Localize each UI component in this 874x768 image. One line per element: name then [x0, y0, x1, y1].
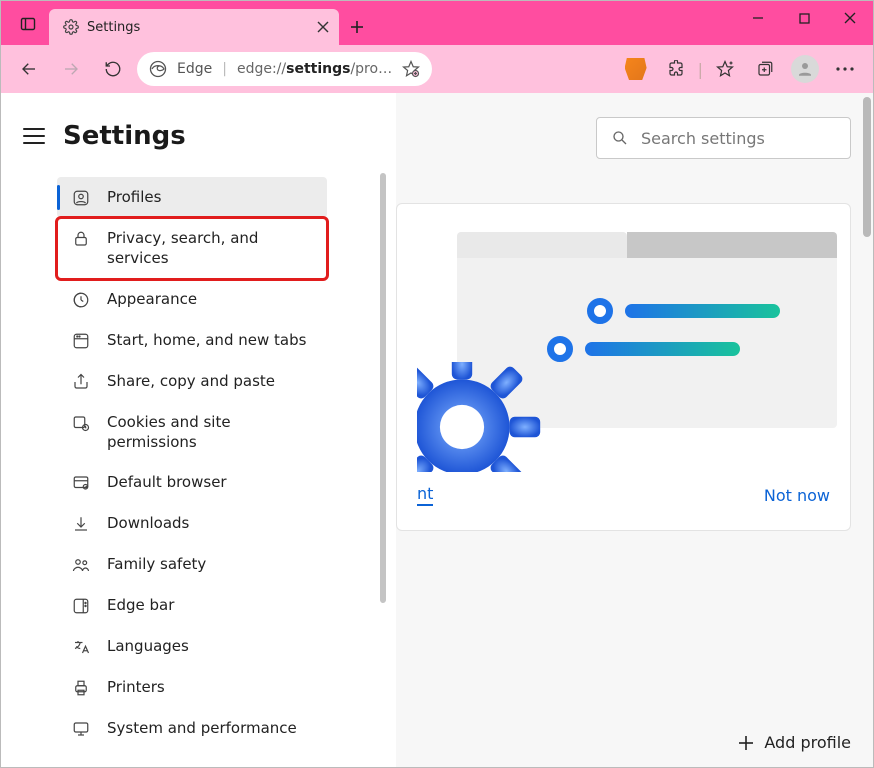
lock-icon [71, 229, 91, 249]
not-now-link[interactable]: Not now [764, 486, 830, 505]
fox-icon [625, 58, 647, 80]
main-scrollbar[interactable] [863, 97, 871, 237]
menu-icon[interactable] [23, 128, 45, 144]
addr-brand: Edge [177, 61, 212, 77]
sidebar-scrollbar[interactable] [380, 173, 386, 603]
nav-appearance[interactable]: Appearance [57, 279, 327, 320]
nav-printers[interactable]: Printers [57, 667, 327, 708]
download-icon [71, 514, 91, 534]
nav-privacy[interactable]: Privacy, search, and services [57, 218, 327, 279]
extensions-button[interactable] [658, 51, 694, 87]
nav-start[interactable]: Start, home, and new tabs [57, 320, 327, 361]
addr-url: edge://settings/pro… [237, 61, 392, 77]
nav-downloads[interactable]: Downloads [57, 503, 327, 544]
add-profile-button[interactable]: Add profile [738, 733, 851, 752]
reload-button[interactable] [95, 51, 131, 87]
browser-tab-settings[interactable]: Settings [49, 9, 339, 45]
nav-family[interactable]: Family safety [57, 544, 327, 585]
card-illustration [417, 232, 830, 462]
window-maximize-button[interactable] [781, 1, 827, 35]
nav-system[interactable]: System and performance [57, 708, 327, 749]
content-area: Settings Profiles Privacy, search, and s… [1, 93, 873, 767]
search-icon [611, 129, 629, 147]
browser-icon [71, 473, 91, 493]
profile-signin-card: nt Not now [396, 203, 851, 531]
tab-actions-button[interactable] [11, 7, 45, 41]
new-tab-button[interactable] [339, 9, 375, 45]
family-icon [71, 555, 91, 575]
favorite-icon[interactable] [402, 60, 420, 78]
printer-icon [71, 678, 91, 698]
profile-button[interactable] [787, 51, 823, 87]
signin-link[interactable]: nt [417, 484, 433, 506]
profile-icon [71, 188, 91, 208]
search-placeholder: Search settings [641, 129, 765, 148]
nav-languages[interactable]: Languages [57, 626, 327, 667]
avatar-icon [791, 55, 819, 83]
search-settings-input[interactable]: Search settings [596, 117, 851, 159]
nav-profiles[interactable]: Profiles [57, 177, 327, 218]
tab-title: Settings [87, 20, 140, 35]
appearance-icon [71, 290, 91, 310]
extension-metamask[interactable] [618, 51, 654, 87]
settings-main: Search settings [396, 93, 873, 767]
settings-sidebar: Settings Profiles Privacy, search, and s… [1, 93, 396, 767]
edge-logo-icon [149, 60, 167, 78]
plus-icon [738, 735, 754, 751]
language-icon [71, 637, 91, 657]
system-icon [71, 719, 91, 739]
addr-separator: | [222, 61, 227, 77]
nav-edgebar[interactable]: Edge bar [57, 585, 327, 626]
collections-button[interactable] [747, 51, 783, 87]
sidebar-icon [71, 596, 91, 616]
more-button[interactable] [827, 51, 863, 87]
gear-icon [63, 19, 79, 35]
forward-button[interactable] [53, 51, 89, 87]
settings-title: Settings [63, 121, 186, 151]
close-tab-icon[interactable] [317, 21, 329, 33]
titlebar: Settings [1, 1, 873, 45]
window-minimize-button[interactable] [735, 1, 781, 35]
nav-share[interactable]: Share, copy and paste [57, 361, 327, 402]
browser-toolbar: Edge | edge://settings/pro… | [1, 45, 873, 93]
cookies-icon [71, 413, 91, 433]
grid-icon [71, 331, 91, 351]
favorites-button[interactable] [707, 51, 743, 87]
settings-nav: Profiles Privacy, search, and services A… [57, 177, 327, 749]
share-icon [71, 372, 91, 392]
nav-cookies[interactable]: Cookies and site permissions [57, 402, 327, 463]
address-bar[interactable]: Edge | edge://settings/pro… [137, 52, 432, 86]
nav-default-browser[interactable]: Default browser [57, 462, 327, 503]
back-button[interactable] [11, 51, 47, 87]
window-close-button[interactable] [827, 1, 873, 35]
